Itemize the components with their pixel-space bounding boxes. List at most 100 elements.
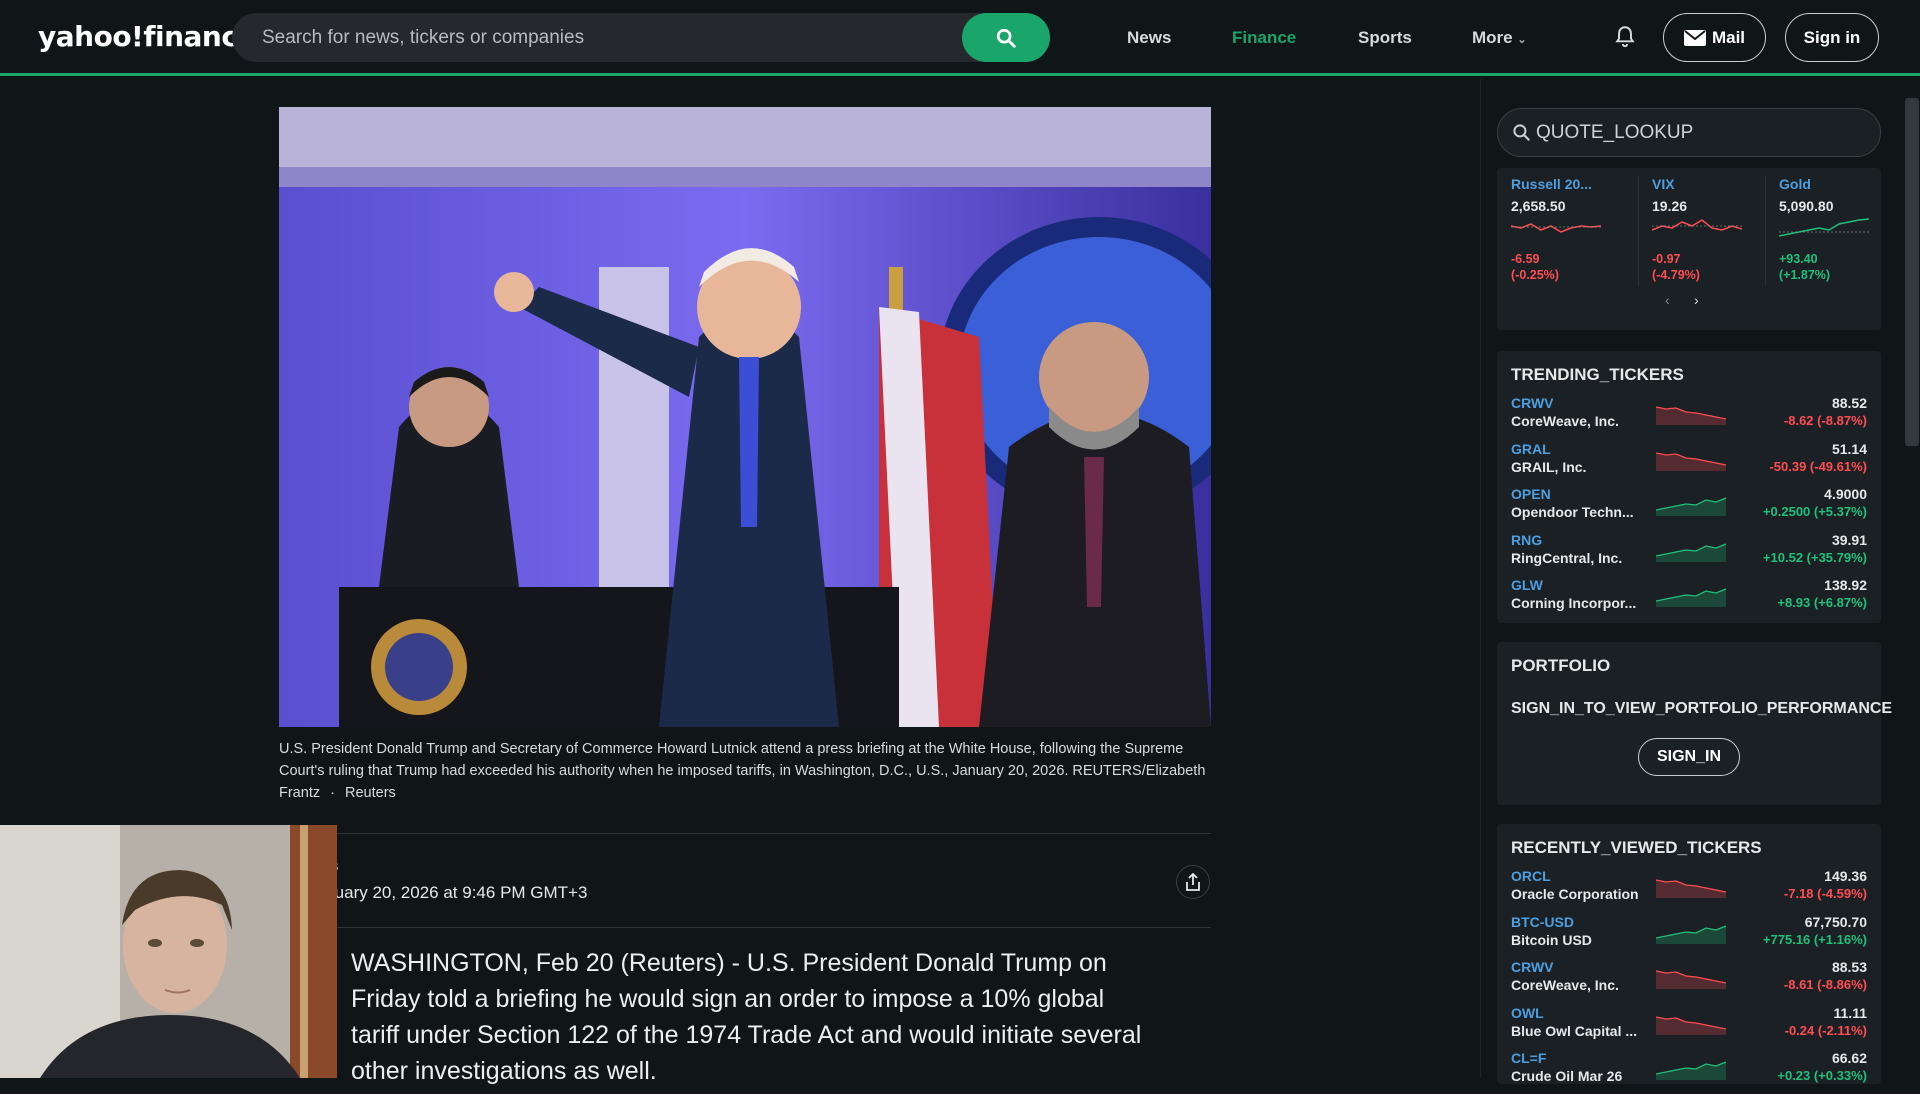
- ticker-change: +0.2500 (+5.37%): [1762, 504, 1867, 519]
- index-gold[interactable]: Gold 5,090.80 +93.40 (+1.87%): [1765, 176, 1892, 286]
- ticker-price: 66.62: [1831, 1050, 1867, 1066]
- ticker-price: 88.52: [1831, 395, 1867, 411]
- ticker-price: 39.91: [1831, 531, 1867, 548]
- index-price: 19.26: [1652, 198, 1688, 214]
- article-photo: [279, 107, 1211, 727]
- ticker-symbol[interactable]: CRWV: [1511, 395, 1554, 411]
- share-icon: [1186, 872, 1200, 891]
- ticker-change: -8.61 (-8.86%): [1783, 977, 1867, 992]
- ticker-symbol[interactable]: CL=F: [1511, 1050, 1546, 1066]
- index-change: -6.59: [1511, 252, 1540, 266]
- index-vix[interactable]: VIX 19.26 -0.97 (-4.79%): [1638, 176, 1765, 286]
- quote-lookup-input[interactable]: [1536, 109, 1856, 156]
- yahoo-finance-logo[interactable]: yahoo!finance: [38, 20, 256, 53]
- ticker-name: CoreWeave, Inc.: [1511, 977, 1619, 993]
- ticker-change: -7.18 (-4.59%): [1783, 886, 1867, 901]
- search-bar: [232, 13, 1050, 62]
- ticker-row[interactable]: OPEN Opendoor Techn... 4.9000 +0.2500 (+5.3…: [1511, 486, 1867, 530]
- ticker-symbol[interactable]: OPEN: [1511, 486, 1551, 502]
- ticker-name: GRAIL, Inc.: [1511, 458, 1587, 475]
- ticker-change: +10.52 (+35.79%): [1762, 549, 1867, 565]
- ticker-symbol[interactable]: GLW: [1511, 577, 1543, 593]
- nav-more[interactable]: More ⌄: [1472, 28, 1527, 48]
- share-button[interactable]: [1176, 865, 1210, 899]
- ticker-symbol[interactable]: CRWV: [1511, 959, 1554, 975]
- sparkline: [1656, 497, 1726, 516]
- portfolio-card: PORTFOLIO SIGN_IN_TO_VIEW_PORTFOLIO_PERF…: [1497, 642, 1892, 805]
- ticker-row[interactable]: BTC-USD Bitcoin USD 67,750.70 +775.16 (+1.1…: [1511, 914, 1867, 958]
- mail-label: Mail: [1711, 27, 1746, 47]
- mail-icon: [1683, 29, 1706, 46]
- nav-finance[interactable]: Finance: [1232, 28, 1296, 48]
- carousel-next-button[interactable]: ›: [1694, 292, 1699, 308]
- ticker-symbol[interactable]: RNG: [1511, 532, 1542, 548]
- carousel-prev-button[interactable]: ‹: [1665, 292, 1670, 308]
- sparkline: [1656, 451, 1726, 471]
- caption-source: Reuters: [345, 785, 396, 801]
- index-change: +93.40: [1779, 252, 1818, 266]
- ticker-price: 51.14: [1831, 440, 1867, 457]
- ticker-name: Opendoor Techn...: [1511, 504, 1634, 520]
- right-sidebar: Russell 20... 2,658.50 -6.59 (-0.25%) VI…: [1480, 79, 1920, 1084]
- ticker-row[interactable]: ORCL Oracle Corporation 149.36 -7.18 (-4.59…: [1511, 868, 1867, 912]
- ticker-price: 67,750.70: [1804, 913, 1867, 930]
- sparkline: [1651, 219, 1743, 231]
- nav-sports[interactable]: Sports: [1358, 28, 1412, 48]
- portfolio-title: PORTFOLIO: [1511, 656, 1611, 675]
- sparkline: [1656, 1015, 1726, 1035]
- sparkline: [1656, 542, 1726, 562]
- portfolio-sign-in-button[interactable]: SIGN_IN: [1638, 738, 1740, 776]
- ticker-change: +0.23 (+0.33%): [1777, 1068, 1867, 1083]
- ticker-price: 149.36: [1824, 868, 1867, 884]
- index-name: VIX: [1652, 176, 1675, 192]
- sparkline: [1656, 588, 1726, 607]
- scrollbar-thumb[interactable]: [1905, 98, 1919, 446]
- search-button[interactable]: [962, 13, 1050, 62]
- sign-in-button[interactable]: Sign in: [1785, 13, 1879, 62]
- sparkline: [1778, 218, 1870, 237]
- ticker-row[interactable]: GLW Corning Incorpor... 138.92 +8.93 (+6.87…: [1511, 577, 1867, 621]
- publish-date: ruary 20, 2026 at 9:46 PM GMT+3: [329, 883, 588, 902]
- trending-title: TRENDING_TICKERS: [1511, 365, 1684, 384]
- photo-caption: U.S. President Donald Trump and Secretar…: [279, 738, 1211, 804]
- quote-lookup: [1497, 108, 1881, 157]
- caption-separator: ·: [330, 785, 335, 801]
- ticker-name: RingCentral, Inc.: [1511, 549, 1623, 566]
- ticker-name: Bitcoin USD: [1511, 931, 1592, 948]
- market-indices-card: Russell 20... 2,658.50 -6.59 (-0.25%) VI…: [1497, 168, 1881, 330]
- caption-text: U.S. President Donald Trump and Secretar…: [279, 741, 1206, 801]
- sparkline: [1656, 406, 1726, 425]
- ticker-row[interactable]: RNG RingCentral, Inc. 39.91 +10.52 (+35.79%…: [1511, 532, 1867, 576]
- sparkline: [1656, 1061, 1726, 1080]
- bell-icon[interactable]: [1612, 24, 1638, 50]
- ticker-change: -50.39 (-49.61%): [1769, 458, 1867, 474]
- search-icon: [996, 28, 1016, 48]
- ticker-symbol[interactable]: BTC-USD: [1511, 914, 1574, 930]
- ticker-name: Blue Owl Capital ...: [1511, 1022, 1638, 1039]
- ticker-symbol[interactable]: OWL: [1511, 1005, 1544, 1021]
- index-change: -0.97: [1652, 252, 1681, 266]
- ticker-symbol[interactable]: GRAL: [1511, 441, 1551, 457]
- search-input[interactable]: [262, 13, 982, 62]
- article-body: WASHINGTON, Feb 20 (Reuters) - U.S. Pres…: [351, 949, 1142, 1085]
- ticker-row[interactable]: OWL Blue Owl Capital ... 11.11 -0.24 (-2.11…: [1511, 1005, 1867, 1049]
- index-russell[interactable]: Russell 20... 2,658.50 -6.59 (-0.25%): [1510, 176, 1638, 286]
- top-navigation-bar: yahoo!finance News Finance Sports More ⌄…: [0, 0, 1920, 76]
- ticker-name: Corning Incorpor...: [1511, 595, 1637, 611]
- mail-button[interactable]: Mail: [1663, 13, 1766, 62]
- ticker-change: -8.62 (-8.87%): [1783, 413, 1867, 428]
- ticker-row[interactable]: CRWV CoreWeave, Inc. 88.53 -8.61 (-8.86%): [1511, 959, 1867, 1003]
- ticker-price: 11.11: [1833, 1004, 1868, 1021]
- recently-viewed-title: RECENTLY_VIEWED_TICKERS: [1511, 838, 1762, 857]
- ticker-price: 138.92: [1824, 577, 1867, 593]
- ticker-row[interactable]: CL=F Crude Oil Mar 26 66.62 +0.23 (+0.33%): [1511, 1050, 1867, 1094]
- ticker-row[interactable]: CRWV CoreWeave, Inc. 88.52 -8.62 (-8.87%): [1511, 395, 1867, 439]
- sparkline: [1656, 970, 1726, 989]
- ticker-price: 4.9000: [1824, 486, 1867, 502]
- nav-news[interactable]: News: [1127, 28, 1171, 48]
- ticker-symbol[interactable]: ORCL: [1511, 868, 1551, 884]
- ticker-row[interactable]: GRAL GRAIL, Inc. 51.14 -50.39 (-49.61%): [1511, 441, 1867, 485]
- index-change-pct: (-0.25%): [1511, 268, 1559, 282]
- divider: [279, 833, 1211, 834]
- ticker-name: Crude Oil Mar 26: [1511, 1068, 1623, 1084]
